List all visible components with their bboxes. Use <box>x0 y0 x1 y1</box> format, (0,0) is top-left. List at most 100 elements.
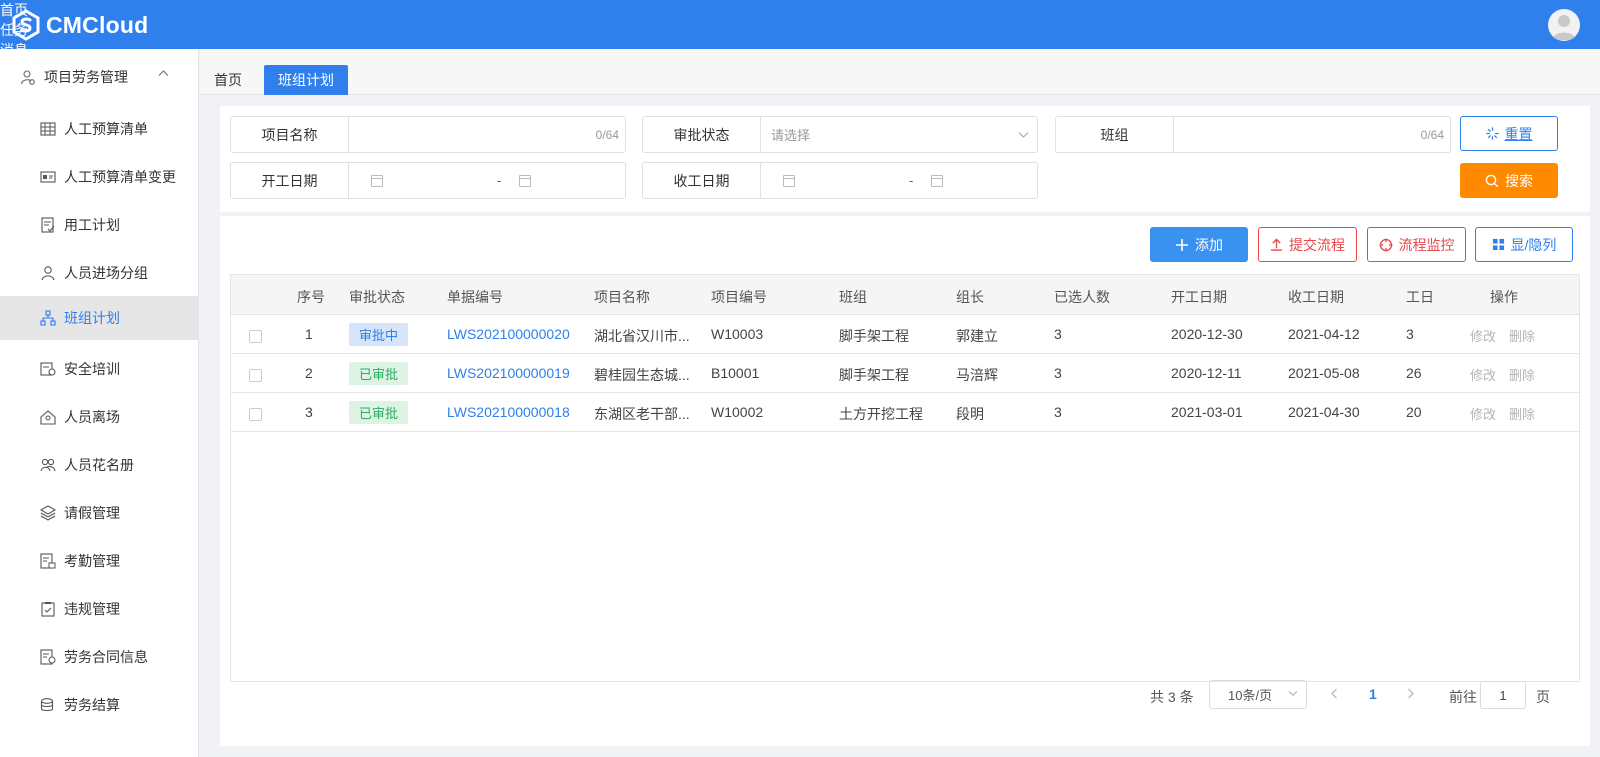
sidebar-item-person-leave[interactable]: 人员离场 <box>0 395 199 439</box>
avatar[interactable] <box>1548 9 1580 41</box>
add-label: 添加 <box>1195 236 1223 253</box>
select-placeholder: 请选择 <box>771 128 811 143</box>
edit-link[interactable]: 修改 <box>1470 326 1496 345</box>
team-field: 班组 0/64 <box>1055 116 1451 153</box>
goto-page-input[interactable] <box>1480 681 1526 709</box>
team-input[interactable]: 0/64 <box>1174 117 1450 152</box>
column-header: 单据编号 <box>447 289 503 305</box>
sidebar-item-label: 人员花名册 <box>64 457 134 473</box>
chevron-right-icon <box>1408 688 1414 699</box>
toggle-columns-label: 显/隐列 <box>1510 236 1557 253</box>
leave-icon <box>40 505 56 521</box>
column-header: 项目名称 <box>594 289 650 305</box>
flow-monitor-button[interactable]: 流程监控 <box>1367 227 1466 262</box>
cell-leader: 马涪辉 <box>956 367 998 383</box>
table-row[interactable]: 2 已审批 LWS202100000019 碧桂园生态城... B10001 脚… <box>231 354 1579 393</box>
column-header: 开工日期 <box>1171 289 1227 305</box>
status-badge: 已审批 <box>349 362 409 385</box>
tab-team-plan[interactable]: 班组计划 <box>264 65 348 95</box>
edit-link[interactable]: 修改 <box>1470 404 1496 423</box>
sidebar-item-label: 考勤管理 <box>64 553 120 569</box>
sidebar-item-label: 劳务合同信息 <box>64 649 148 665</box>
approval-status-label: 审批状态 <box>643 117 761 152</box>
goto-suffix: 页 <box>1536 689 1550 705</box>
table-row[interactable]: 1 审批中 LWS202100000020 湖北省汉川市... W10003 脚… <box>231 315 1579 354</box>
sidebar-item-labor-plan[interactable]: 用工计划 <box>0 203 199 247</box>
add-button[interactable]: 添加 <box>1150 227 1248 262</box>
doc-number-link[interactable]: LWS202100000020 <box>447 326 570 342</box>
loading-icon <box>1485 127 1499 140</box>
calendar-icon <box>931 174 944 187</box>
sidebar-item-violation[interactable]: 违规管理 <box>0 587 199 631</box>
sidebar-item-leave[interactable]: 请假管理 <box>0 491 199 535</box>
nav-tasks[interactable]: 任务 <box>0 20 1600 40</box>
team-plan-icon <box>40 310 56 326</box>
delete-link[interactable]: 删除 <box>1509 404 1535 423</box>
cell-leader: 段明 <box>956 406 984 422</box>
roster-icon <box>40 457 56 473</box>
cell-selected: 3 <box>1054 326 1062 342</box>
row-checkbox[interactable] <box>249 408 262 421</box>
start-date-range[interactable]: - <box>349 163 625 198</box>
user-settings-icon <box>20 70 35 85</box>
sidebar-item-safety-training[interactable]: 安全培训 <box>0 347 199 391</box>
sidebar-item-team-plan[interactable]: 班组计划 <box>0 296 199 340</box>
sidebar-item-person-group[interactable]: 人员进场分组 <box>0 251 199 295</box>
chevron-left-icon <box>1331 688 1337 699</box>
delete-link[interactable]: 删除 <box>1509 326 1535 345</box>
logo[interactable]: CMCloud <box>10 9 148 41</box>
doc-number-link[interactable]: LWS202100000019 <box>447 365 570 381</box>
next-page-button[interactable] <box>1407 686 1415 702</box>
plus-icon <box>1176 238 1188 251</box>
logo-icon <box>12 9 40 41</box>
search-icon <box>1485 174 1499 187</box>
settlement-icon <box>40 697 56 713</box>
end-date-label: 收工日期 <box>643 163 761 198</box>
sidebar-item-attendance[interactable]: 考勤管理 <box>0 539 199 583</box>
approval-status-select[interactable]: 请选择 <box>761 117 1037 152</box>
page-size-select[interactable]: 10条/页 <box>1209 680 1307 709</box>
page-number-current[interactable]: 1 <box>1369 686 1377 702</box>
cell-project-no: B10001 <box>711 365 760 381</box>
sidebar-item-settlement[interactable]: 劳务结算 <box>0 683 199 727</box>
cell-start-date: 2021-03-01 <box>1171 404 1243 420</box>
row-checkbox[interactable] <box>249 330 262 343</box>
sidebar-item-label: 班组计划 <box>64 310 120 326</box>
status-badge: 审批中 <box>349 323 409 346</box>
project-name-input[interactable]: 0/64 <box>349 117 625 152</box>
toggle-columns-button[interactable]: 显/隐列 <box>1475 227 1573 262</box>
date-separator: - <box>909 173 914 188</box>
prev-page-button[interactable] <box>1330 686 1338 702</box>
reset-button[interactable]: 重置 <box>1460 116 1558 151</box>
search-button[interactable]: 搜索 <box>1460 163 1558 198</box>
person-leave-icon <box>40 409 56 425</box>
cell-selected: 3 <box>1054 404 1062 420</box>
row-checkbox[interactable] <box>249 369 262 382</box>
safety-training-icon <box>40 361 56 377</box>
delete-link[interactable]: 删除 <box>1509 365 1535 384</box>
doc-number-link[interactable]: LWS202100000018 <box>447 404 570 420</box>
logo-text: CMCloud <box>46 11 149 38</box>
date-separator: - <box>497 173 502 188</box>
table-row[interactable]: 3 已审批 LWS202100000018 东湖区老干部... W10002 土… <box>231 393 1579 432</box>
cell-project-no: W10002 <box>711 404 764 420</box>
cell-days: 20 <box>1406 404 1422 420</box>
nav-home[interactable]: 首页 <box>0 0 1600 20</box>
user-avatar-icon <box>1552 15 1576 40</box>
search-label: 搜索 <box>1505 172 1533 189</box>
sidebar-item-label: 人员离场 <box>64 409 120 425</box>
tab-home[interactable]: 首页 <box>200 65 256 95</box>
sidebar: 项目劳务管理 人工预算清单 人工预算清单变更 用工计划 人员进场分组 班组计划 <box>0 49 199 757</box>
end-date-range[interactable]: - <box>761 163 1037 198</box>
sidebar-item-budget-change[interactable]: 人工预算清单变更 <box>0 155 199 199</box>
edit-link[interactable]: 修改 <box>1470 365 1496 384</box>
cell-index: 2 <box>305 365 313 381</box>
sidebar-item-budget-list[interactable]: 人工预算清单 <box>0 107 199 151</box>
cell-project-name: 湖北省汉川市... <box>594 328 690 344</box>
sidebar-group-labor[interactable]: 项目劳务管理 <box>0 49 199 105</box>
sidebar-item-contract[interactable]: 劳务合同信息 <box>0 635 199 679</box>
column-header: 操作 <box>1490 289 1518 305</box>
submit-flow-button[interactable]: 提交流程 <box>1258 227 1357 262</box>
sidebar-item-roster[interactable]: 人员花名册 <box>0 443 199 487</box>
start-date-field: 开工日期 - <box>230 162 626 199</box>
